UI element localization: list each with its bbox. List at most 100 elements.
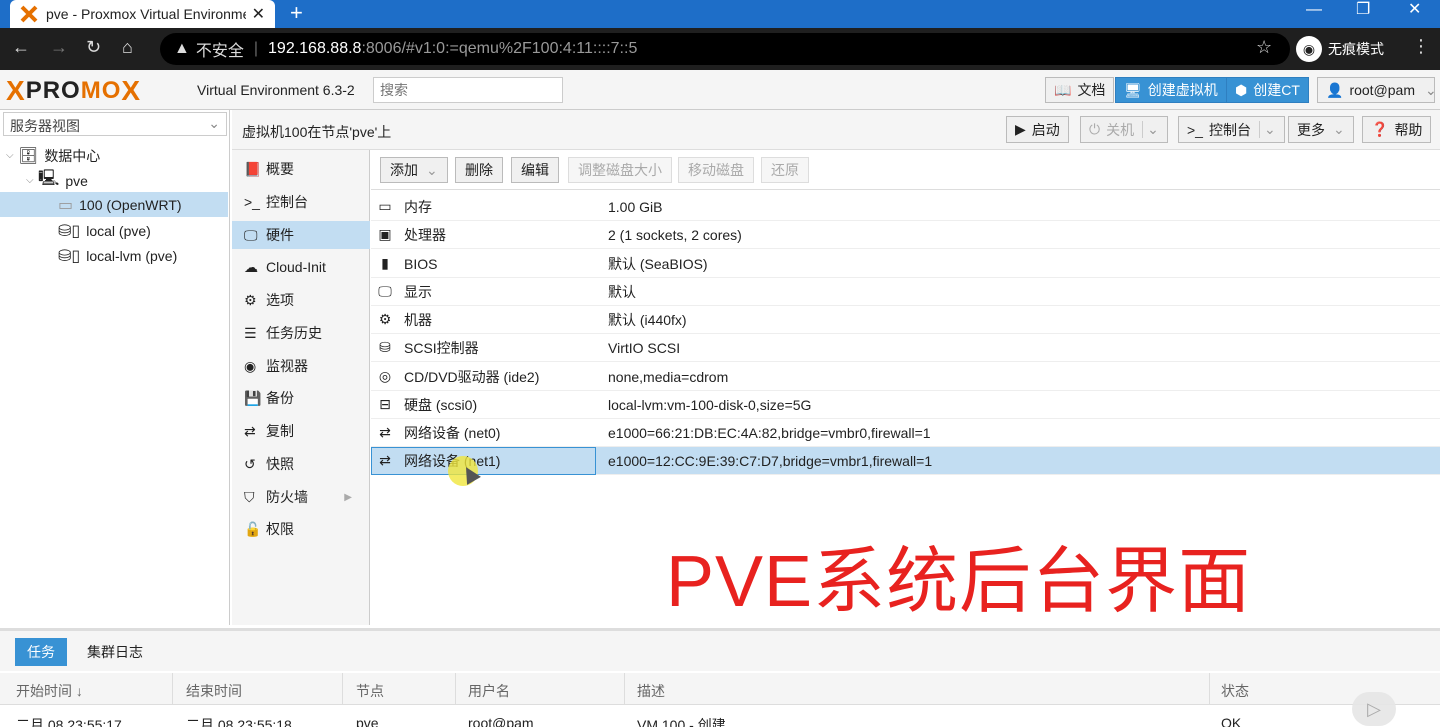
menu-item-replication[interactable]: ⇄ 复制: [232, 417, 370, 445]
bookmark-star-icon[interactable]: ☆: [1256, 37, 1272, 58]
insecure-label[interactable]: 不安全: [196, 37, 244, 61]
video-play-icon[interactable]: ▷: [1352, 692, 1396, 726]
page-title: 虚拟机100在节点'pve'上: [242, 124, 392, 140]
tree-item-local-lvm[interactable]: ⛁▯ local-lvm (pve): [0, 243, 228, 268]
start-button[interactable]: ▶ 启动: [1006, 116, 1069, 143]
log-panel: 任务 集群日志 开始时间 ↓ 结束时间 节点 用户名 描述 状态 二月 08 2…: [0, 628, 1440, 727]
hw-row-cdrom[interactable]: ◎ CD/DVD驱动器 (ide2) none,media=cdrom: [371, 363, 1440, 391]
power-icon: ⏻: [1089, 121, 1101, 137]
forward-icon[interactable]: →: [50, 37, 68, 58]
revert-button[interactable]: 还原: [761, 157, 809, 183]
warning-icon[interactable]: ▲: [174, 40, 190, 58]
vm-config-menu: 📕 概要 >_ 控制台 🖵 硬件 ☁ Cloud-Init ⚙ 选项 ☰ 任务历史 ◉ 监视器…: [232, 150, 370, 625]
browser-tab[interactable]: pve - Proxmox Virtual Environment ✕: [10, 0, 275, 28]
menu-item-console[interactable]: >_ 控制台: [232, 188, 370, 216]
bios-icon: ▮: [381, 255, 389, 271]
hw-row-bios[interactable]: ▮ BIOS 默认 (SeaBIOS): [371, 250, 1440, 278]
home-icon[interactable]: ⌂: [122, 37, 133, 58]
book-icon: 📖: [1054, 81, 1072, 98]
shutdown-button[interactable]: ⏻ 关机 ⌄: [1080, 116, 1168, 143]
col-node[interactable]: 节点: [356, 681, 384, 701]
shield-icon: ⛉: [244, 488, 255, 505]
create-vm-button[interactable]: 🖥 创建虚拟机: [1115, 77, 1227, 103]
vm-icon: ▭: [58, 196, 74, 214]
docs-button[interactable]: 📖 文档: [1045, 77, 1115, 103]
browser-menu-icon[interactable]: ⋮: [1412, 36, 1430, 57]
reload-icon[interactable]: ↻: [86, 37, 101, 58]
remove-button[interactable]: 删除: [455, 157, 503, 183]
menu-item-snapshots[interactable]: ↺ 快照: [232, 450, 370, 478]
new-tab-button[interactable]: +: [290, 0, 303, 28]
add-button[interactable]: 添加 ⌄: [380, 157, 448, 183]
minimize-icon[interactable]: —: [1306, 0, 1322, 28]
menu-item-summary[interactable]: 📕 概要: [232, 155, 370, 183]
more-button[interactable]: 更多 ⌄: [1288, 116, 1354, 143]
url-path: :8006/#v1:0:=qemu%2F100:4:11::::7::5: [361, 40, 638, 57]
col-start-time[interactable]: 开始时间 ↓: [16, 681, 83, 701]
tree-item-datacenter[interactable]: ⌵ 🗄 数据中心: [0, 143, 228, 168]
menu-item-firewall[interactable]: ⛉ 防火墙 ▶: [232, 483, 370, 511]
view-selector[interactable]: 服务器视图 ⌄: [3, 112, 227, 136]
browser-toolbar: ← → ↻ ⌂ ▲ 不安全 | 192.168.88.8 :8006/#v1:0…: [0, 28, 1440, 70]
col-description[interactable]: 描述: [637, 681, 665, 701]
hw-row-display[interactable]: 🖵 显示 默认: [371, 278, 1440, 306]
question-icon: ❓: [1371, 121, 1389, 137]
incognito-indicator[interactable]: ◉ 无痕模式: [1296, 34, 1384, 64]
cdrom-icon: ◎: [378, 368, 392, 384]
hdd-icon: ⊟: [379, 396, 391, 412]
display-icon: 🖵: [378, 283, 392, 299]
help-button[interactable]: ❓ 帮助: [1362, 116, 1432, 143]
storage-icon: ⛁▯: [58, 247, 81, 265]
menu-item-permissions[interactable]: 🔓 权限: [232, 515, 370, 543]
menu-item-backup[interactable]: 💾 备份: [232, 384, 370, 412]
tab-close-icon[interactable]: ✕: [252, 4, 265, 24]
tree-item-vm-100[interactable]: ▭ 100 (OpenWRT): [0, 192, 228, 217]
create-ct-button[interactable]: ⬢ 创建CT: [1226, 77, 1309, 103]
hw-row-harddisk[interactable]: ⊟ 硬盘 (scsi0) local-lvm:vm-100-disk-0,size=…: [371, 391, 1440, 419]
console-button[interactable]: >_ 控制台 ⌄: [1178, 116, 1285, 143]
incognito-label: 无痕模式: [1328, 41, 1384, 57]
tree-item-pve[interactable]: ⌵ 🖳 pve: [0, 168, 228, 193]
proxmox-favicon-icon: [20, 5, 38, 23]
tree-item-local[interactable]: ⛁▯ local (pve): [0, 218, 228, 243]
resize-disk-button[interactable]: 调整磁盘大小: [568, 157, 672, 183]
menu-item-monitor[interactable]: ◉ 监视器: [232, 352, 370, 380]
col-end-time[interactable]: 结束时间: [186, 681, 242, 701]
hw-row-machine[interactable]: ⚙ 机器 默认 (i440fx): [371, 306, 1440, 334]
expand-icon[interactable]: ⌵: [26, 175, 38, 186]
database-icon: ⛁: [379, 339, 391, 355]
table-row[interactable]: 二月 08 23:55:17 二月 08 23:55:18 pve root@p…: [0, 707, 1440, 727]
url-bar[interactable]: ▲ 不安全 | 192.168.88.8 :8006/#v1:0:=qemu%2…: [160, 33, 1290, 65]
exchange-icon: ⇄: [379, 452, 391, 468]
expand-icon[interactable]: ⌵: [6, 150, 18, 161]
exchange-icon: ⇄: [379, 424, 391, 440]
menu-item-cloud-init[interactable]: ☁ Cloud-Init: [232, 253, 370, 281]
hw-row-processor[interactable]: ▣ 处理器 2 (1 sockets, 2 cores): [371, 221, 1440, 249]
col-user[interactable]: 用户名: [468, 681, 510, 701]
hw-row-net1[interactable]: ⇄ 网络设备 (net1) e1000=12:CC:9E:39:C7:D7,brid…: [371, 447, 1440, 475]
hardware-toolbar: 添加 ⌄ 删除 编辑 调整磁盘大小 移动磁盘 还原: [371, 150, 1440, 190]
edit-button[interactable]: 编辑: [511, 157, 559, 183]
eye-icon: ◉: [244, 357, 257, 374]
hw-row-net0[interactable]: ⇄ 网络设备 (net0) e1000=66:21:DB:EC:4A:82,brid…: [371, 419, 1440, 447]
user-icon: 👤: [1326, 81, 1344, 98]
search-input[interactable]: [373, 77, 563, 103]
user-menu-button[interactable]: 👤 root@pam ⌄: [1317, 77, 1437, 103]
tab-cluster-log[interactable]: 集群日志: [75, 638, 155, 666]
restore-icon[interactable]: ❐: [1356, 0, 1370, 28]
menu-item-options[interactable]: ⚙ 选项: [232, 286, 370, 314]
back-icon[interactable]: ←: [12, 37, 30, 58]
close-window-icon[interactable]: ✕: [1408, 0, 1421, 28]
list-icon: ☰: [244, 324, 257, 341]
move-disk-button[interactable]: 移动磁盘: [678, 157, 754, 183]
hw-row-memory[interactable]: ▭ 内存 1.00 GiB: [371, 193, 1440, 221]
url-host: 192.168.88.8: [268, 40, 362, 57]
hw-row-scsi-controller[interactable]: ⛁ SCSI控制器 VirtIO SCSI: [371, 334, 1440, 362]
server-rack-icon: 🗄: [18, 147, 39, 165]
cube-icon: ⬢: [1235, 81, 1248, 98]
chevron-down-icon: ⌄: [1333, 121, 1345, 137]
menu-item-hardware[interactable]: 🖵 硬件: [232, 221, 370, 249]
tab-tasks[interactable]: 任务: [15, 638, 67, 666]
col-status[interactable]: 状态: [1221, 681, 1249, 701]
menu-item-task-history[interactable]: ☰ 任务历史: [232, 319, 370, 347]
